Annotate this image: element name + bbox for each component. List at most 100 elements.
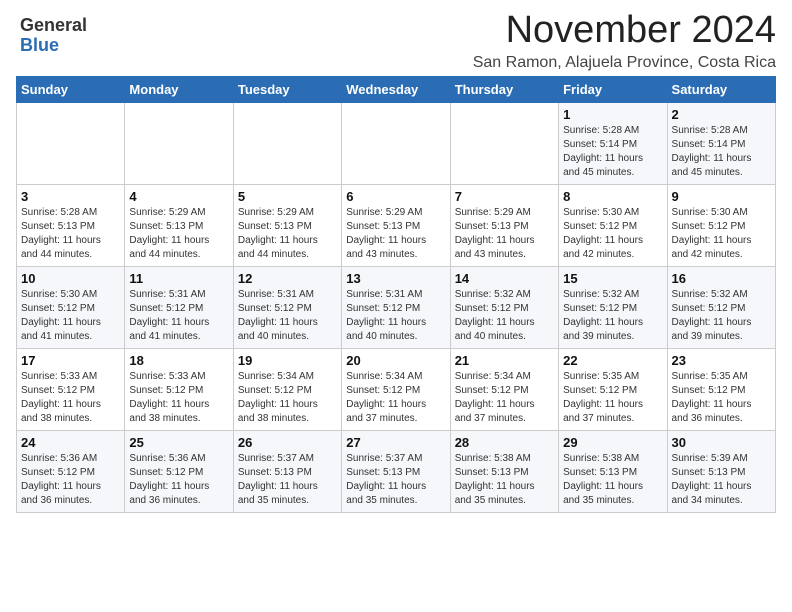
- day-info: Sunrise: 5:34 AM Sunset: 5:12 PM Dayligh…: [238, 370, 337, 426]
- day-info: Sunrise: 5:28 AM Sunset: 5:13 PM Dayligh…: [21, 206, 120, 262]
- header-saturday: Saturday: [667, 76, 775, 102]
- calendar-cell: 8 Sunrise: 5:30 AM Sunset: 5:12 PM Daylig…: [559, 184, 667, 266]
- day-number: 21: [455, 353, 554, 368]
- calendar-cell: 28 Sunrise: 5:38 AM Sunset: 5:13 PM Dayli…: [450, 430, 558, 512]
- month-title: November 2024: [473, 10, 776, 52]
- day-number: 23: [672, 353, 771, 368]
- calendar-cell: 23 Sunrise: 5:35 AM Sunset: 5:12 PM Dayli…: [667, 348, 775, 430]
- header-sunday: Sunday: [17, 76, 125, 102]
- calendar-cell: 18Sunrise: 5:33 AM Sunset: 5:12 PM Dayli…: [125, 348, 233, 430]
- day-number: 1: [563, 107, 662, 122]
- calendar-week-row: 3Sunrise: 5:28 AM Sunset: 5:13 PM Daylig…: [17, 184, 776, 266]
- calendar-cell: 26 Sunrise: 5:37 AM Sunset: 5:13 PM Dayli…: [233, 430, 341, 512]
- day-number: 13: [346, 271, 445, 286]
- day-info: Sunrise: 5:31 AM Sunset: 5:12 PM Dayligh…: [129, 288, 228, 344]
- calendar-cell: 5 Sunrise: 5:29 AM Sunset: 5:13 PM Daylig…: [233, 184, 341, 266]
- calendar-cell: 14Sunrise: 5:32 AM Sunset: 5:12 PM Dayli…: [450, 266, 558, 348]
- day-info: Sunrise: 5:36 AM Sunset: 5:12 PM Dayligh…: [129, 452, 228, 508]
- logo: General Blue: [16, 16, 87, 56]
- day-info: Sunrise: 5:35 AM Sunset: 5:12 PM Dayligh…: [563, 370, 662, 426]
- day-number: 6: [346, 189, 445, 204]
- day-number: 29: [563, 435, 662, 450]
- logo-text-blue: Blue: [20, 35, 59, 55]
- header-tuesday: Tuesday: [233, 76, 341, 102]
- calendar-cell: 9 Sunrise: 5:30 AM Sunset: 5:12 PM Daylig…: [667, 184, 775, 266]
- day-info: Sunrise: 5:37 AM Sunset: 5:13 PM Dayligh…: [238, 452, 337, 508]
- calendar-cell: [450, 102, 558, 184]
- calendar-week-row: 10 Sunrise: 5:30 AM Sunset: 5:12 PM Dayli…: [17, 266, 776, 348]
- calendar-cell: [17, 102, 125, 184]
- calendar-cell: 7 Sunrise: 5:29 AM Sunset: 5:13 PM Daylig…: [450, 184, 558, 266]
- day-info: Sunrise: 5:35 AM Sunset: 5:12 PM Dayligh…: [672, 370, 771, 426]
- day-number: 17: [21, 353, 120, 368]
- calendar-cell: 13 Sunrise: 5:31 AM Sunset: 5:12 PM Dayli…: [342, 266, 450, 348]
- calendar-cell: 27 Sunrise: 5:37 AM Sunset: 5:13 PM Dayli…: [342, 430, 450, 512]
- day-info: Sunrise: 5:31 AM Sunset: 5:12 PM Dayligh…: [346, 288, 445, 344]
- day-number: 25: [129, 435, 228, 450]
- day-number: 26: [238, 435, 337, 450]
- day-info: Sunrise: 5:34 AM Sunset: 5:12 PM Dayligh…: [455, 370, 554, 426]
- day-number: 24: [21, 435, 120, 450]
- day-number: 22: [563, 353, 662, 368]
- header-thursday: Thursday: [450, 76, 558, 102]
- day-info: Sunrise: 5:38 AM Sunset: 5:13 PM Dayligh…: [455, 452, 554, 508]
- day-info: Sunrise: 5:28 AM Sunset: 5:14 PM Dayligh…: [672, 124, 771, 180]
- day-number: 19: [238, 353, 337, 368]
- calendar-cell: 30Sunrise: 5:39 AM Sunset: 5:13 PM Dayli…: [667, 430, 775, 512]
- day-number: 12: [238, 271, 337, 286]
- calendar-cell: 19 Sunrise: 5:34 AM Sunset: 5:12 PM Dayli…: [233, 348, 341, 430]
- calendar-week-row: 1 Sunrise: 5:28 AM Sunset: 5:14 PM Daylig…: [17, 102, 776, 184]
- calendar-cell: 11 Sunrise: 5:31 AM Sunset: 5:12 PM Dayli…: [125, 266, 233, 348]
- calendar-cell: [342, 102, 450, 184]
- day-number: 8: [563, 189, 662, 204]
- location-title: San Ramon, Alajuela Province, Costa Rica: [473, 54, 776, 72]
- day-info: Sunrise: 5:30 AM Sunset: 5:12 PM Dayligh…: [563, 206, 662, 262]
- calendar-cell: 12Sunrise: 5:31 AM Sunset: 5:12 PM Dayli…: [233, 266, 341, 348]
- day-number: 10: [21, 271, 120, 286]
- calendar-cell: 22 Sunrise: 5:35 AM Sunset: 5:12 PM Dayli…: [559, 348, 667, 430]
- calendar-cell: 1 Sunrise: 5:28 AM Sunset: 5:14 PM Daylig…: [559, 102, 667, 184]
- day-number: 2: [672, 107, 771, 122]
- day-number: 28: [455, 435, 554, 450]
- calendar-table: SundayMondayTuesdayWednesdayThursdayFrid…: [16, 76, 776, 513]
- header-friday: Friday: [559, 76, 667, 102]
- day-info: Sunrise: 5:29 AM Sunset: 5:13 PM Dayligh…: [238, 206, 337, 262]
- header-wednesday: Wednesday: [342, 76, 450, 102]
- day-info: Sunrise: 5:37 AM Sunset: 5:13 PM Dayligh…: [346, 452, 445, 508]
- day-number: 20: [346, 353, 445, 368]
- calendar-cell: 24 Sunrise: 5:36 AM Sunset: 5:12 PM Dayli…: [17, 430, 125, 512]
- day-info: Sunrise: 5:32 AM Sunset: 5:12 PM Dayligh…: [672, 288, 771, 344]
- title-area: November 2024 San Ramon, Alajuela Provin…: [473, 10, 776, 72]
- day-number: 14: [455, 271, 554, 286]
- day-number: 18: [129, 353, 228, 368]
- day-info: Sunrise: 5:29 AM Sunset: 5:13 PM Dayligh…: [455, 206, 554, 262]
- calendar-cell: 21 Sunrise: 5:34 AM Sunset: 5:12 PM Dayli…: [450, 348, 558, 430]
- day-info: Sunrise: 5:28 AM Sunset: 5:14 PM Dayligh…: [563, 124, 662, 180]
- day-number: 27: [346, 435, 445, 450]
- day-info: Sunrise: 5:33 AM Sunset: 5:12 PM Dayligh…: [21, 370, 120, 426]
- calendar-cell: [233, 102, 341, 184]
- calendar-cell: 4Sunrise: 5:29 AM Sunset: 5:13 PM Daylig…: [125, 184, 233, 266]
- day-info: Sunrise: 5:30 AM Sunset: 5:12 PM Dayligh…: [672, 206, 771, 262]
- calendar-week-row: 24 Sunrise: 5:36 AM Sunset: 5:12 PM Dayli…: [17, 430, 776, 512]
- header-monday: Monday: [125, 76, 233, 102]
- day-number: 9: [672, 189, 771, 204]
- calendar-cell: 10 Sunrise: 5:30 AM Sunset: 5:12 PM Dayli…: [17, 266, 125, 348]
- day-number: 7: [455, 189, 554, 204]
- day-number: 11: [129, 271, 228, 286]
- calendar-cell: 3Sunrise: 5:28 AM Sunset: 5:13 PM Daylig…: [17, 184, 125, 266]
- calendar-cell: 25 Sunrise: 5:36 AM Sunset: 5:12 PM Dayli…: [125, 430, 233, 512]
- calendar-cell: 29Sunrise: 5:38 AM Sunset: 5:13 PM Dayli…: [559, 430, 667, 512]
- day-number: 15: [563, 271, 662, 286]
- calendar-header-row: SundayMondayTuesdayWednesdayThursdayFrid…: [17, 76, 776, 102]
- calendar-cell: 17 Sunrise: 5:33 AM Sunset: 5:12 PM Dayli…: [17, 348, 125, 430]
- day-number: 4: [129, 189, 228, 204]
- day-number: 5: [238, 189, 337, 204]
- calendar-cell: [125, 102, 233, 184]
- calendar-cell: 16Sunrise: 5:32 AM Sunset: 5:12 PM Dayli…: [667, 266, 775, 348]
- day-info: Sunrise: 5:30 AM Sunset: 5:12 PM Dayligh…: [21, 288, 120, 344]
- day-info: Sunrise: 5:32 AM Sunset: 5:12 PM Dayligh…: [563, 288, 662, 344]
- calendar-cell: 15 Sunrise: 5:32 AM Sunset: 5:12 PM Dayli…: [559, 266, 667, 348]
- page-header: General Blue November 2024 San Ramon, Al…: [16, 10, 776, 72]
- day-info: Sunrise: 5:36 AM Sunset: 5:12 PM Dayligh…: [21, 452, 120, 508]
